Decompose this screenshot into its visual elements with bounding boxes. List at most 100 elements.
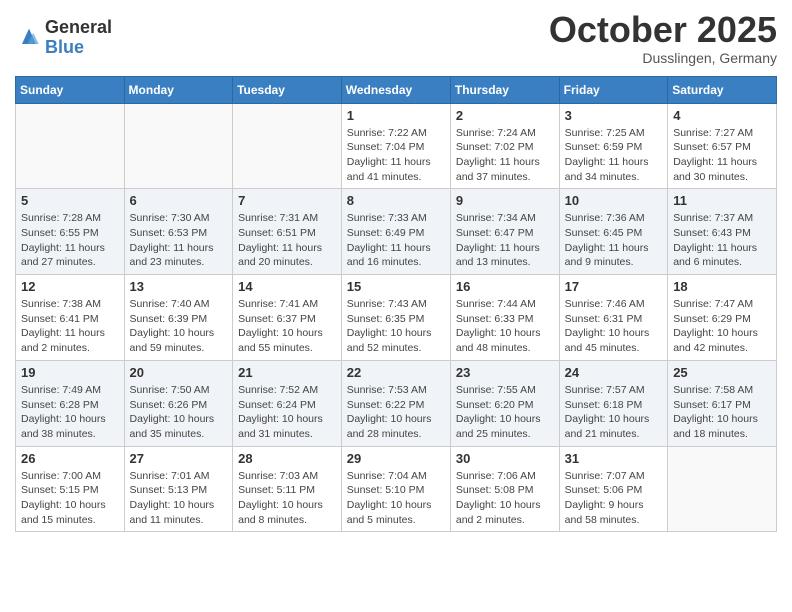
day-cell: 20Sunrise: 7:50 AMSunset: 6:26 PMDayligh… (124, 360, 233, 446)
day-cell (16, 103, 125, 189)
day-number: 2 (456, 108, 554, 123)
day-cell: 3 Sunrise: 7:25 AMSunset: 6:59 PMDaylight… (559, 103, 668, 189)
day-cell: 24Sunrise: 7:57 AMSunset: 6:18 PMDayligh… (559, 360, 668, 446)
month-title: October 2025 (549, 10, 777, 50)
day-cell: 4 Sunrise: 7:27 AMSunset: 6:57 PMDaylight… (668, 103, 777, 189)
day-cell (668, 446, 777, 532)
day-info: Sunrise: 7:37 AMSunset: 6:43 PMDaylight:… (673, 211, 771, 270)
day-info: Sunrise: 7:36 AMSunset: 6:45 PMDaylight:… (565, 211, 663, 270)
day-cell: 1 Sunrise: 7:22 AMSunset: 7:04 PMDaylight… (341, 103, 450, 189)
day-info: Sunrise: 7:31 AMSunset: 6:51 PMDaylight:… (238, 211, 336, 270)
day-cell: 6 Sunrise: 7:30 AMSunset: 6:53 PMDaylight… (124, 189, 233, 275)
week-row-3: 12 Sunrise: 7:38 AMSunset: 6:41 PMDayligh… (16, 275, 777, 361)
day-number: 11 (673, 193, 771, 208)
day-cell: 28 Sunrise: 7:03 AMSunset: 5:11 PMDayligh… (233, 446, 342, 532)
day-cell: 30 Sunrise: 7:06 AMSunset: 5:08 PMDayligh… (450, 446, 559, 532)
day-cell: 22Sunrise: 7:53 AMSunset: 6:22 PMDayligh… (341, 360, 450, 446)
day-info: Sunrise: 7:40 AMSunset: 6:39 PMDaylight:… (130, 297, 228, 356)
day-number: 26 (21, 451, 119, 466)
column-header-wednesday: Wednesday (341, 76, 450, 103)
day-info: Sunrise: 7:30 AMSunset: 6:53 PMDaylight:… (130, 211, 228, 270)
logo-text: General Blue (45, 18, 112, 58)
day-number: 19 (21, 365, 119, 380)
day-info: Sunrise: 7:07 AMSunset: 5:06 PMDaylight:… (565, 469, 663, 528)
day-number: 6 (130, 193, 228, 208)
logo-general: General (45, 18, 112, 38)
day-info: Sunrise: 7:47 AMSunset: 6:29 PMDaylight:… (673, 297, 771, 356)
day-info: Sunrise: 7:33 AMSunset: 6:49 PMDaylight:… (347, 211, 445, 270)
week-row-5: 26 Sunrise: 7:00 AMSunset: 5:15 PMDayligh… (16, 446, 777, 532)
day-info: Sunrise: 7:04 AMSunset: 5:10 PMDaylight:… (347, 469, 445, 528)
day-cell: 29 Sunrise: 7:04 AMSunset: 5:10 PMDayligh… (341, 446, 450, 532)
day-info: Sunrise: 7:03 AMSunset: 5:11 PMDaylight:… (238, 469, 336, 528)
day-number: 14 (238, 279, 336, 294)
day-number: 10 (565, 193, 663, 208)
day-number: 20 (130, 365, 228, 380)
day-info: Sunrise: 7:52 AMSunset: 6:24 PMDaylight:… (238, 383, 336, 442)
day-cell: 5 Sunrise: 7:28 AMSunset: 6:55 PMDaylight… (16, 189, 125, 275)
day-info: Sunrise: 7:34 AMSunset: 6:47 PMDaylight:… (456, 211, 554, 270)
day-info: Sunrise: 7:55 AMSunset: 6:20 PMDaylight:… (456, 383, 554, 442)
column-header-thursday: Thursday (450, 76, 559, 103)
day-number: 12 (21, 279, 119, 294)
column-header-saturday: Saturday (668, 76, 777, 103)
day-cell: 8 Sunrise: 7:33 AMSunset: 6:49 PMDaylight… (341, 189, 450, 275)
week-row-4: 19Sunrise: 7:49 AMSunset: 6:28 PMDayligh… (16, 360, 777, 446)
day-cell: 25Sunrise: 7:58 AMSunset: 6:17 PMDayligh… (668, 360, 777, 446)
day-info: Sunrise: 7:43 AMSunset: 6:35 PMDaylight:… (347, 297, 445, 356)
day-cell: 18 Sunrise: 7:47 AMSunset: 6:29 PMDayligh… (668, 275, 777, 361)
day-cell: 11 Sunrise: 7:37 AMSunset: 6:43 PMDayligh… (668, 189, 777, 275)
day-number: 23 (456, 365, 554, 380)
day-number: 7 (238, 193, 336, 208)
day-number: 5 (21, 193, 119, 208)
day-cell: 13 Sunrise: 7:40 AMSunset: 6:39 PMDayligh… (124, 275, 233, 361)
day-info: Sunrise: 7:06 AMSunset: 5:08 PMDaylight:… (456, 469, 554, 528)
day-number: 27 (130, 451, 228, 466)
day-info: Sunrise: 7:25 AMSunset: 6:59 PMDaylight:… (565, 126, 663, 185)
day-cell: 26 Sunrise: 7:00 AMSunset: 5:15 PMDayligh… (16, 446, 125, 532)
page-header: General Blue October 2025 Dusslingen, Ge… (15, 10, 777, 66)
day-cell (124, 103, 233, 189)
day-cell: 21Sunrise: 7:52 AMSunset: 6:24 PMDayligh… (233, 360, 342, 446)
day-number: 18 (673, 279, 771, 294)
day-cell (233, 103, 342, 189)
day-cell: 23 Sunrise: 7:55 AMSunset: 6:20 PMDayligh… (450, 360, 559, 446)
logo-icon (15, 23, 43, 51)
day-info: Sunrise: 7:58 AMSunset: 6:17 PMDaylight:… (673, 383, 771, 442)
day-number: 9 (456, 193, 554, 208)
day-cell: 31 Sunrise: 7:07 AMSunset: 5:06 PMDayligh… (559, 446, 668, 532)
day-info: Sunrise: 7:28 AMSunset: 6:55 PMDaylight:… (21, 211, 119, 270)
day-info: Sunrise: 7:44 AMSunset: 6:33 PMDaylight:… (456, 297, 554, 356)
day-number: 3 (565, 108, 663, 123)
day-cell: 19Sunrise: 7:49 AMSunset: 6:28 PMDayligh… (16, 360, 125, 446)
day-number: 8 (347, 193, 445, 208)
day-info: Sunrise: 7:53 AMSunset: 6:22 PMDaylight:… (347, 383, 445, 442)
day-info: Sunrise: 7:00 AMSunset: 5:15 PMDaylight:… (21, 469, 119, 528)
day-cell: 12 Sunrise: 7:38 AMSunset: 6:41 PMDayligh… (16, 275, 125, 361)
day-number: 31 (565, 451, 663, 466)
calendar: SundayMondayTuesdayWednesdayThursdayFrid… (15, 76, 777, 533)
day-number: 30 (456, 451, 554, 466)
day-number: 1 (347, 108, 445, 123)
day-info: Sunrise: 7:38 AMSunset: 6:41 PMDaylight:… (21, 297, 119, 356)
day-number: 28 (238, 451, 336, 466)
day-cell: 27Sunrise: 7:01 AMSunset: 5:13 PMDayligh… (124, 446, 233, 532)
location: Dusslingen, Germany (549, 50, 777, 66)
day-cell: 9 Sunrise: 7:34 AMSunset: 6:47 PMDaylight… (450, 189, 559, 275)
day-info: Sunrise: 7:27 AMSunset: 6:57 PMDaylight:… (673, 126, 771, 185)
day-info: Sunrise: 7:41 AMSunset: 6:37 PMDaylight:… (238, 297, 336, 356)
title-block: October 2025 Dusslingen, Germany (549, 10, 777, 66)
logo: General Blue (15, 18, 112, 58)
column-header-tuesday: Tuesday (233, 76, 342, 103)
day-number: 15 (347, 279, 445, 294)
week-row-2: 5 Sunrise: 7:28 AMSunset: 6:55 PMDaylight… (16, 189, 777, 275)
column-header-friday: Friday (559, 76, 668, 103)
day-number: 4 (673, 108, 771, 123)
day-number: 13 (130, 279, 228, 294)
day-info: Sunrise: 7:22 AMSunset: 7:04 PMDaylight:… (347, 126, 445, 185)
header-row: SundayMondayTuesdayWednesdayThursdayFrid… (16, 76, 777, 103)
day-info: Sunrise: 7:57 AMSunset: 6:18 PMDaylight:… (565, 383, 663, 442)
column-header-sunday: Sunday (16, 76, 125, 103)
day-number: 29 (347, 451, 445, 466)
day-cell: 7 Sunrise: 7:31 AMSunset: 6:51 PMDaylight… (233, 189, 342, 275)
